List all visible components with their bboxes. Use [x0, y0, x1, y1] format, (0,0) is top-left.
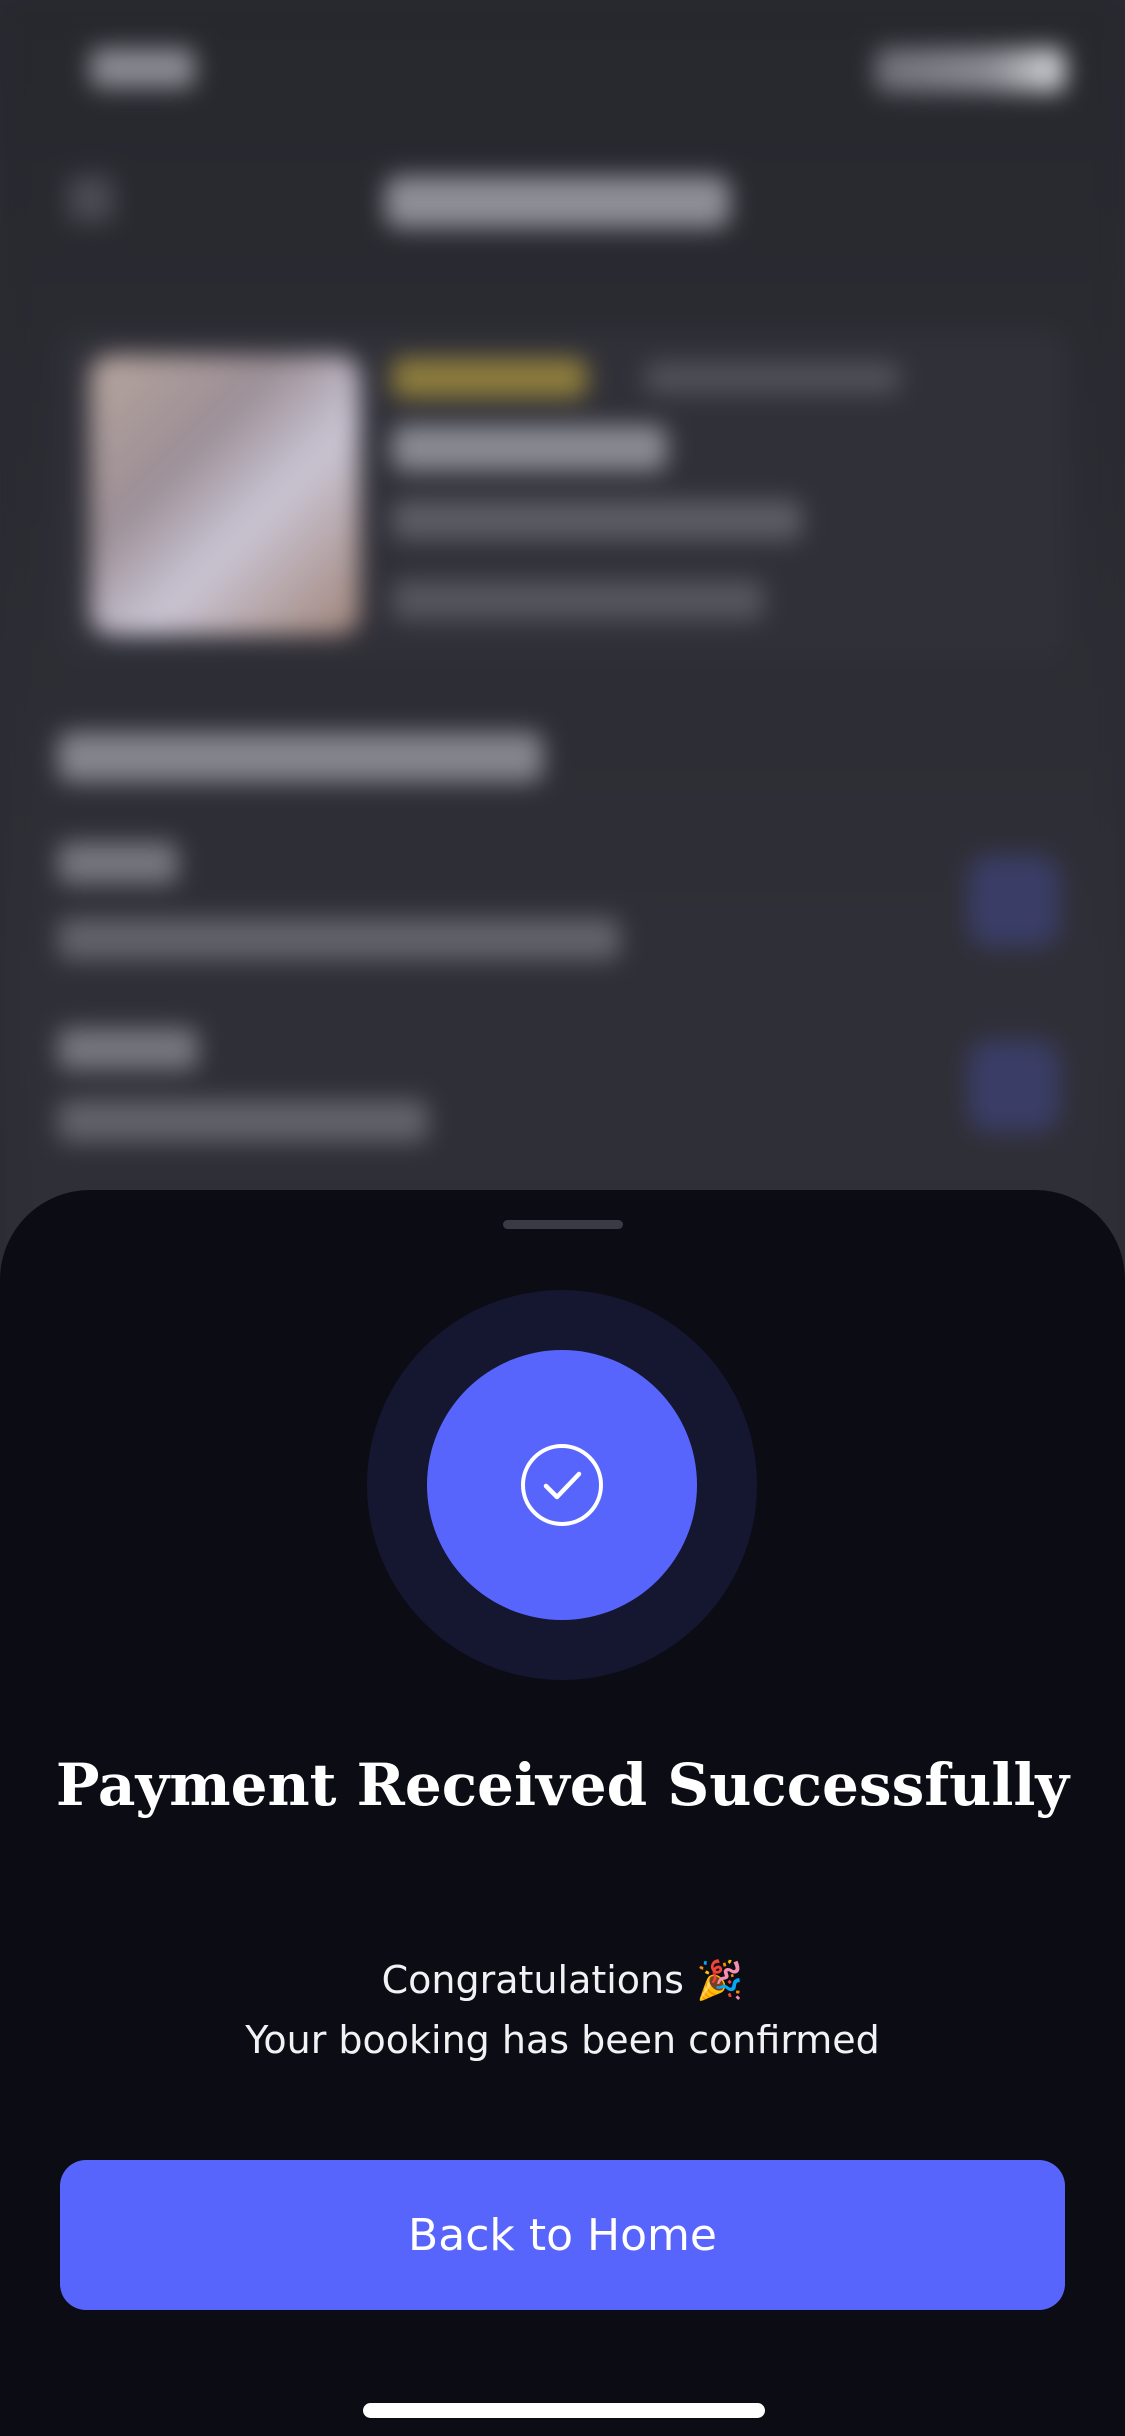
- location-placeholder: [392, 500, 802, 540]
- payment-success-sheet: Payment Received Successfully Congratula…: [0, 1190, 1125, 2436]
- guests-label-placeholder: [58, 1028, 198, 1070]
- success-message: Congratulations 🎉 Your booking has been …: [0, 1950, 1125, 2070]
- status-bar-icons: [875, 48, 1065, 92]
- congratulations-line: Congratulations 🎉: [0, 1950, 1125, 2010]
- hotel-thumbnail: [90, 355, 360, 635]
- screen: Payment Received Successfully Congratula…: [0, 0, 1125, 2436]
- rating-placeholder: [392, 358, 587, 398]
- success-title: Payment Received Successfully: [55, 1751, 1070, 1819]
- edit-dates-icon: [968, 855, 1060, 947]
- party-popper-icon: 🎉: [696, 1958, 744, 2002]
- dates-value-placeholder: [58, 918, 620, 960]
- check-circle-icon: [519, 1442, 605, 1528]
- hotel-name-placeholder: [392, 425, 667, 471]
- review-count-placeholder: [645, 362, 900, 394]
- success-badge: [367, 1290, 757, 1680]
- back-to-home-button[interactable]: Back to Home: [60, 2160, 1065, 2310]
- back-arrow-icon: [68, 176, 114, 222]
- sheet-drag-handle[interactable]: [503, 1220, 623, 1229]
- status-bar-time: [90, 48, 195, 88]
- booking-confirmed-text: Your booking has been confirmed: [245, 2018, 880, 2062]
- section-heading-placeholder: [58, 732, 543, 782]
- home-indicator[interactable]: [363, 2403, 765, 2418]
- success-disc: [427, 1350, 697, 1620]
- guests-placeholder: [392, 580, 764, 620]
- page-title-placeholder: [385, 176, 730, 228]
- dates-label-placeholder: [58, 842, 178, 884]
- guests-value-placeholder: [58, 1100, 428, 1142]
- congratulations-text: Congratulations: [381, 1958, 684, 2002]
- edit-guests-icon: [968, 1040, 1060, 1132]
